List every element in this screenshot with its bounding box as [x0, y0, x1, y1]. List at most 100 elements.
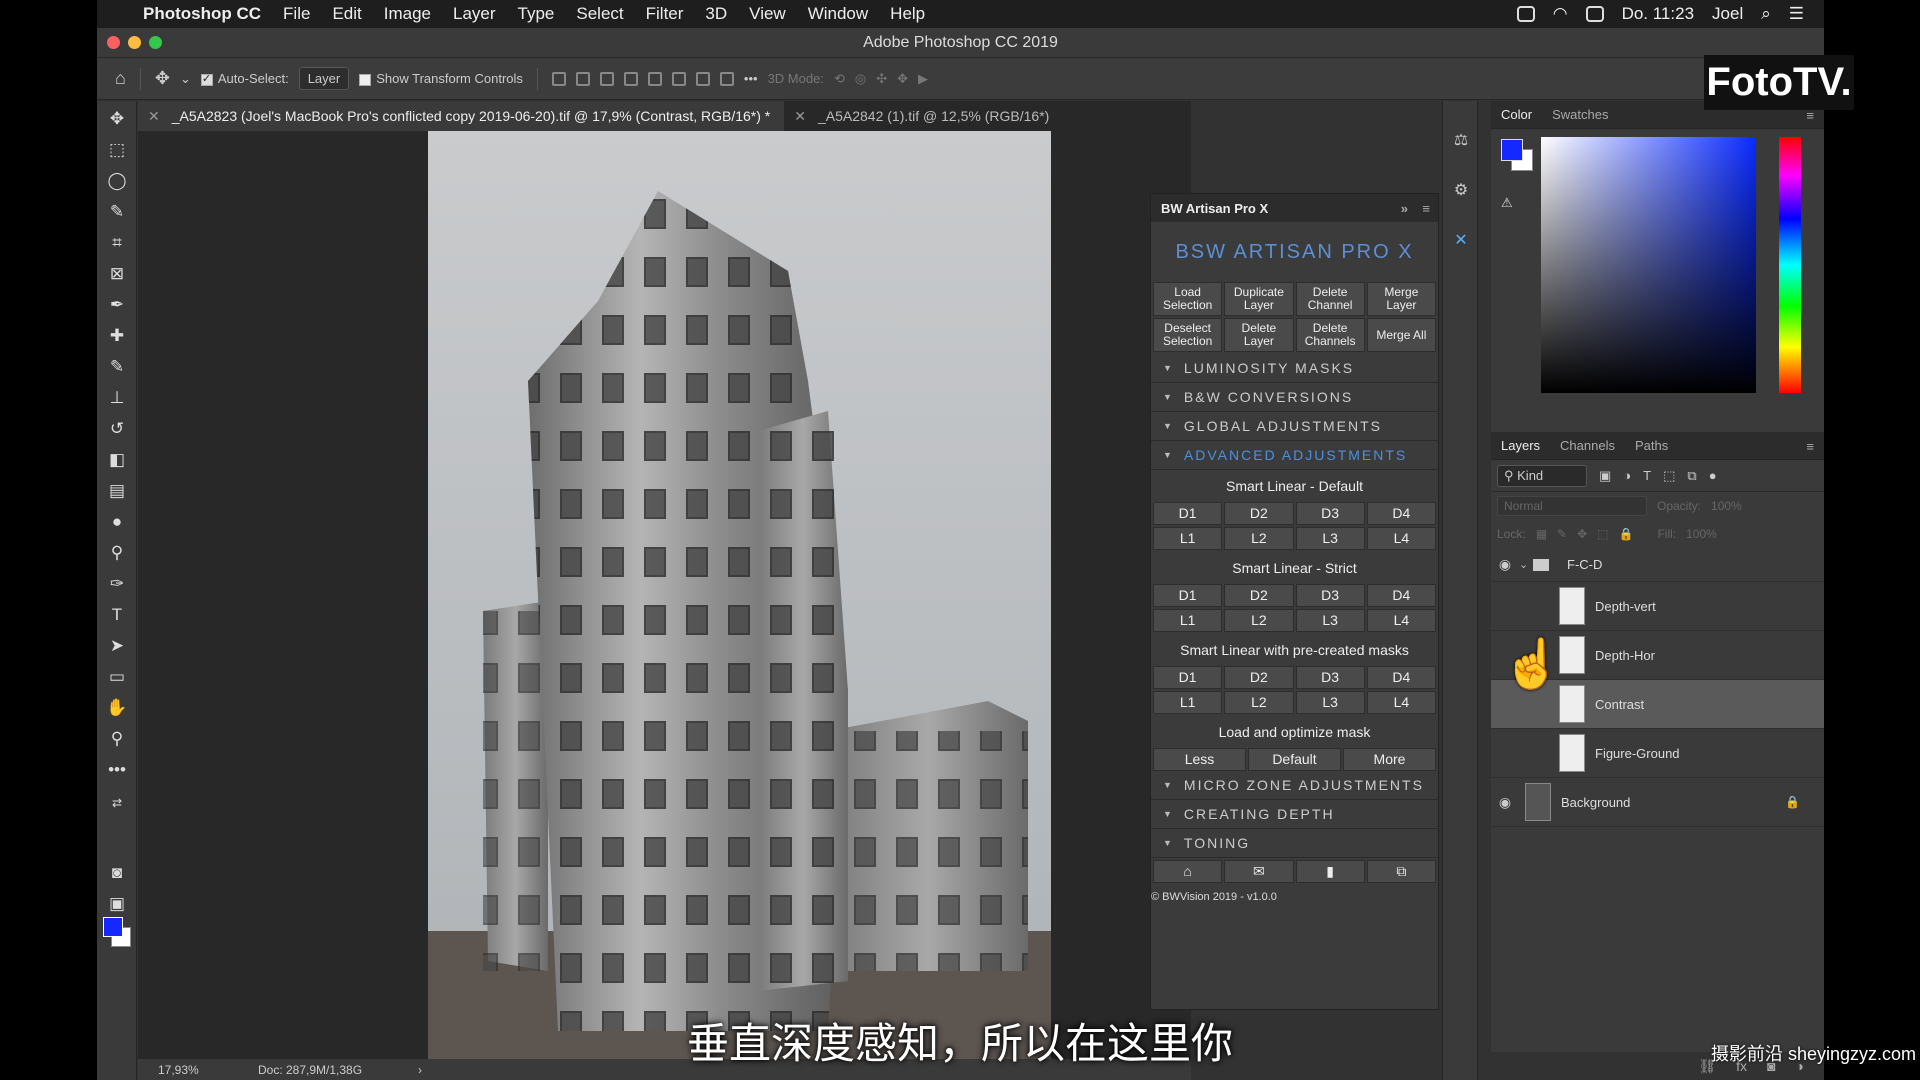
strict-l4-button[interactable]: L4 — [1366, 609, 1436, 632]
record-icon[interactable] — [1516, 6, 1535, 22]
quick-select-tool-icon[interactable]: ✎ — [105, 200, 129, 224]
tab-color[interactable]: Color — [1501, 107, 1532, 122]
eraser-tool-icon[interactable]: ◧ — [105, 448, 129, 472]
default-l4-button[interactable]: L4 — [1366, 527, 1436, 550]
swap-colors-icon[interactable]: ⇄ — [105, 791, 129, 815]
menu-select[interactable]: Select — [576, 4, 623, 24]
visibility-eye-icon[interactable]: ◉ — [1491, 794, 1519, 811]
zoom-tool-icon[interactable]: ⚲ — [105, 727, 129, 751]
lasso-tool-icon[interactable]: ◯ — [105, 169, 129, 193]
bw-artisan-icon[interactable]: ✕ — [1449, 229, 1473, 253]
default-d1-button[interactable]: D1 — [1153, 502, 1223, 525]
collapse-panel-icon[interactable]: » — [1401, 201, 1408, 216]
section-global-adjustments[interactable]: ▼ GLOBAL ADJUSTMENTS — [1151, 412, 1438, 441]
lock-position-icon[interactable]: ✥ — [1577, 527, 1587, 541]
align-right-icon[interactable] — [599, 71, 614, 86]
screen-mode-icon[interactable]: ▣ — [105, 892, 129, 916]
hand-tool-icon[interactable]: ✋ — [105, 696, 129, 720]
layer-name[interactable]: Figure-Ground — [1595, 746, 1680, 761]
menu-type[interactable]: Type — [518, 4, 555, 24]
strict-l3-button[interactable]: L3 — [1295, 609, 1365, 632]
marquee-tool-icon[interactable]: ⬚ — [105, 138, 129, 162]
masks-l4-button[interactable]: L4 — [1366, 691, 1436, 714]
spotlight-search-icon[interactable]: ⌕ — [1761, 4, 1771, 24]
foreground-color-swatch[interactable] — [103, 917, 123, 937]
crop-tool-icon[interactable]: ⌗ — [105, 231, 129, 255]
section-luminosity-masks[interactable]: ▼ LUMINOSITY MASKS — [1151, 354, 1438, 383]
menu-3d[interactable]: 3D — [705, 4, 727, 24]
deselect-selection-button[interactable]: Deselect Selection — [1153, 318, 1223, 352]
show-transform-controls-checkbox[interactable]: Show Transform Controls — [359, 71, 523, 86]
layer-name[interactable]: F-C-D — [1567, 557, 1602, 572]
masks-l1-button[interactable]: L1 — [1153, 691, 1223, 714]
hue-slider[interactable] — [1779, 137, 1801, 393]
distribute-vertical-icon[interactable] — [719, 71, 734, 86]
align-left-icon[interactable] — [551, 71, 566, 86]
edit-toolbar-icon[interactable]: ••• — [105, 758, 129, 782]
chevron-down-icon[interactable]: ⌄ — [180, 71, 191, 87]
history-brush-tool-icon[interactable]: ↺ — [105, 417, 129, 441]
masks-d1-button[interactable]: D1 — [1153, 666, 1223, 689]
layer-name[interactable]: Depth-vert — [1595, 599, 1656, 614]
properties-icon[interactable]: ⚙ — [1449, 179, 1473, 203]
menubar-clock[interactable]: Do. 11:23 — [1622, 4, 1694, 24]
default-l3-button[interactable]: L3 — [1295, 527, 1365, 550]
histogram-icon[interactable]: ⚖ — [1449, 129, 1473, 153]
load-selection-button[interactable]: Load Selection — [1153, 282, 1223, 316]
distribute-icon[interactable] — [623, 71, 638, 86]
layer-name[interactable]: Background — [1561, 795, 1630, 810]
blend-mode-dropdown[interactable]: Normal — [1497, 496, 1647, 516]
filter-shape-icon[interactable]: ⬚ — [1663, 468, 1675, 484]
strict-d2-button[interactable]: D2 — [1224, 584, 1294, 607]
mask-less-button[interactable]: Less — [1153, 748, 1246, 771]
menu-help[interactable]: Help — [890, 4, 925, 24]
path-selection-tool-icon[interactable]: ➤ — [105, 634, 129, 658]
section-advanced-adjustments[interactable]: ▼ ADVANCED ADJUSTMENTS — [1151, 441, 1438, 470]
layer-name[interactable]: Depth-Hor — [1595, 648, 1655, 663]
mail-icon[interactable]: ✉ — [1224, 860, 1294, 883]
masks-d3-button[interactable]: D3 — [1295, 666, 1365, 689]
menu-view[interactable]: View — [749, 4, 786, 24]
document-canvas[interactable] — [138, 131, 1191, 1059]
auto-select-checkbox[interactable]: Auto-Select: — [200, 71, 289, 86]
strict-l2-button[interactable]: L2 — [1224, 609, 1294, 632]
default-d3-button[interactable]: D3 — [1295, 502, 1365, 525]
menu-edit[interactable]: Edit — [332, 4, 361, 24]
delete-channels-button[interactable]: Delete Channels — [1295, 318, 1365, 352]
section-bw-conversions[interactable]: ▼ B&W CONVERSIONS — [1151, 383, 1438, 412]
tab-channels[interactable]: Channels — [1560, 438, 1615, 453]
delete-channel-button[interactable]: Delete Channel — [1295, 282, 1365, 316]
menu-filter[interactable]: Filter — [646, 4, 684, 24]
tab-swatches[interactable]: Swatches — [1552, 107, 1608, 122]
menubar-user[interactable]: Joel — [1712, 4, 1743, 24]
notification-center-icon[interactable]: ☰ — [1789, 4, 1804, 24]
layer-background[interactable]: ◉ Background 🔒 — [1491, 778, 1824, 827]
opacity-input[interactable]: 100% — [1711, 499, 1742, 513]
book-icon[interactable]: ▮ — [1295, 860, 1365, 883]
filter-type-icon[interactable]: T — [1643, 468, 1651, 483]
align-bottom-icon[interactable] — [695, 71, 710, 86]
eyedropper-tool-icon[interactable]: ✒ — [105, 293, 129, 317]
align-center-icon[interactable] — [575, 71, 590, 86]
layer-group-fcd[interactable]: ◉ ⌄ F-C-D — [1491, 548, 1824, 582]
healing-brush-tool-icon[interactable]: ✚ — [105, 324, 129, 348]
merge-layer-button[interactable]: Merge Layer — [1366, 282, 1436, 316]
filter-kind-dropdown[interactable]: ⚲ Kind — [1497, 464, 1587, 487]
strict-d3-button[interactable]: D3 — [1295, 584, 1365, 607]
filter-smart-object-icon[interactable]: ⧉ — [1687, 468, 1696, 484]
layer-figure-ground[interactable]: Figure-Ground — [1491, 729, 1824, 778]
strict-d4-button[interactable]: D4 — [1366, 584, 1436, 607]
strict-d1-button[interactable]: D1 — [1153, 584, 1223, 607]
chevron-down-icon[interactable]: ⌄ — [1519, 558, 1533, 571]
foreground-color-chip[interactable] — [1501, 139, 1523, 161]
tab-document-1[interactable]: ✕ _A5A2823 (Joel's MacBook Pro's conflict… — [138, 101, 785, 131]
tab-paths[interactable]: Paths — [1635, 438, 1668, 453]
frame-tool-icon[interactable]: ⊠ — [105, 262, 129, 286]
layer-depth-vert[interactable]: Depth-vert — [1491, 582, 1824, 631]
section-micro-zone-adjustments[interactable]: ▼ MICRO ZONE ADJUSTMENTS — [1151, 771, 1438, 800]
menu-file[interactable]: File — [283, 4, 310, 24]
layer-name[interactable]: Contrast — [1595, 697, 1644, 712]
close-tab-icon[interactable]: ✕ — [794, 108, 806, 124]
wifi-icon[interactable]: ◠ — [1553, 4, 1568, 24]
section-toning[interactable]: ▼ TONING — [1151, 829, 1438, 858]
